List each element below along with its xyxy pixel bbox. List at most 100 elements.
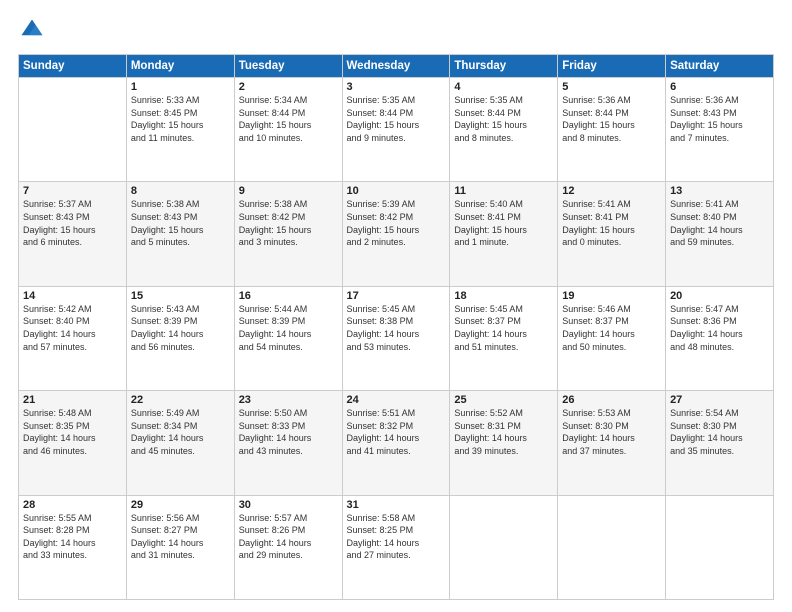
calendar-cell: 3Sunrise: 5:35 AM Sunset: 8:44 PM Daylig… [342, 78, 450, 182]
day-number: 31 [347, 499, 446, 511]
weekday-header: Saturday [666, 55, 774, 78]
day-number: 9 [239, 185, 338, 197]
calendar-cell: 15Sunrise: 5:43 AM Sunset: 8:39 PM Dayli… [126, 286, 234, 390]
day-info: Sunrise: 5:58 AM Sunset: 8:25 PM Dayligh… [347, 512, 446, 562]
calendar-cell: 4Sunrise: 5:35 AM Sunset: 8:44 PM Daylig… [450, 78, 558, 182]
calendar-cell: 11Sunrise: 5:40 AM Sunset: 8:41 PM Dayli… [450, 182, 558, 286]
day-info: Sunrise: 5:45 AM Sunset: 8:37 PM Dayligh… [454, 303, 553, 353]
day-number: 29 [131, 499, 230, 511]
calendar-cell: 8Sunrise: 5:38 AM Sunset: 8:43 PM Daylig… [126, 182, 234, 286]
calendar-cell [558, 495, 666, 599]
calendar-cell: 21Sunrise: 5:48 AM Sunset: 8:35 PM Dayli… [19, 391, 127, 495]
calendar-cell: 23Sunrise: 5:50 AM Sunset: 8:33 PM Dayli… [234, 391, 342, 495]
day-info: Sunrise: 5:37 AM Sunset: 8:43 PM Dayligh… [23, 198, 122, 248]
day-number: 14 [23, 290, 122, 302]
calendar-cell: 22Sunrise: 5:49 AM Sunset: 8:34 PM Dayli… [126, 391, 234, 495]
day-number: 13 [670, 185, 769, 197]
day-info: Sunrise: 5:33 AM Sunset: 8:45 PM Dayligh… [131, 94, 230, 144]
day-number: 18 [454, 290, 553, 302]
day-info: Sunrise: 5:46 AM Sunset: 8:37 PM Dayligh… [562, 303, 661, 353]
day-info: Sunrise: 5:49 AM Sunset: 8:34 PM Dayligh… [131, 407, 230, 457]
day-number: 21 [23, 394, 122, 406]
day-info: Sunrise: 5:48 AM Sunset: 8:35 PM Dayligh… [23, 407, 122, 457]
calendar-cell: 5Sunrise: 5:36 AM Sunset: 8:44 PM Daylig… [558, 78, 666, 182]
calendar-cell: 20Sunrise: 5:47 AM Sunset: 8:36 PM Dayli… [666, 286, 774, 390]
day-number: 22 [131, 394, 230, 406]
weekday-header: Thursday [450, 55, 558, 78]
calendar-cell: 14Sunrise: 5:42 AM Sunset: 8:40 PM Dayli… [19, 286, 127, 390]
calendar-week-row: 7Sunrise: 5:37 AM Sunset: 8:43 PM Daylig… [19, 182, 774, 286]
calendar-week-row: 1Sunrise: 5:33 AM Sunset: 8:45 PM Daylig… [19, 78, 774, 182]
weekday-header: Monday [126, 55, 234, 78]
page: SundayMondayTuesdayWednesdayThursdayFrid… [0, 0, 792, 612]
calendar-cell: 24Sunrise: 5:51 AM Sunset: 8:32 PM Dayli… [342, 391, 450, 495]
calendar-cell: 1Sunrise: 5:33 AM Sunset: 8:45 PM Daylig… [126, 78, 234, 182]
calendar-cell: 25Sunrise: 5:52 AM Sunset: 8:31 PM Dayli… [450, 391, 558, 495]
day-info: Sunrise: 5:39 AM Sunset: 8:42 PM Dayligh… [347, 198, 446, 248]
day-info: Sunrise: 5:53 AM Sunset: 8:30 PM Dayligh… [562, 407, 661, 457]
calendar-cell: 31Sunrise: 5:58 AM Sunset: 8:25 PM Dayli… [342, 495, 450, 599]
day-number: 19 [562, 290, 661, 302]
day-info: Sunrise: 5:44 AM Sunset: 8:39 PM Dayligh… [239, 303, 338, 353]
day-info: Sunrise: 5:34 AM Sunset: 8:44 PM Dayligh… [239, 94, 338, 144]
day-info: Sunrise: 5:35 AM Sunset: 8:44 PM Dayligh… [454, 94, 553, 144]
day-info: Sunrise: 5:57 AM Sunset: 8:26 PM Dayligh… [239, 512, 338, 562]
day-info: Sunrise: 5:56 AM Sunset: 8:27 PM Dayligh… [131, 512, 230, 562]
calendar-cell: 27Sunrise: 5:54 AM Sunset: 8:30 PM Dayli… [666, 391, 774, 495]
day-number: 10 [347, 185, 446, 197]
weekday-header: Sunday [19, 55, 127, 78]
day-number: 2 [239, 81, 338, 93]
weekday-header: Friday [558, 55, 666, 78]
calendar-cell: 30Sunrise: 5:57 AM Sunset: 8:26 PM Dayli… [234, 495, 342, 599]
calendar-cell: 18Sunrise: 5:45 AM Sunset: 8:37 PM Dayli… [450, 286, 558, 390]
day-info: Sunrise: 5:45 AM Sunset: 8:38 PM Dayligh… [347, 303, 446, 353]
day-info: Sunrise: 5:38 AM Sunset: 8:42 PM Dayligh… [239, 198, 338, 248]
calendar-cell: 19Sunrise: 5:46 AM Sunset: 8:37 PM Dayli… [558, 286, 666, 390]
day-number: 7 [23, 185, 122, 197]
day-info: Sunrise: 5:40 AM Sunset: 8:41 PM Dayligh… [454, 198, 553, 248]
weekday-header-row: SundayMondayTuesdayWednesdayThursdayFrid… [19, 55, 774, 78]
day-info: Sunrise: 5:47 AM Sunset: 8:36 PM Dayligh… [670, 303, 769, 353]
calendar-cell: 17Sunrise: 5:45 AM Sunset: 8:38 PM Dayli… [342, 286, 450, 390]
header [18, 16, 774, 44]
day-info: Sunrise: 5:35 AM Sunset: 8:44 PM Dayligh… [347, 94, 446, 144]
day-info: Sunrise: 5:51 AM Sunset: 8:32 PM Dayligh… [347, 407, 446, 457]
day-number: 12 [562, 185, 661, 197]
calendar-cell: 9Sunrise: 5:38 AM Sunset: 8:42 PM Daylig… [234, 182, 342, 286]
calendar-cell [19, 78, 127, 182]
day-number: 20 [670, 290, 769, 302]
day-number: 26 [562, 394, 661, 406]
calendar-cell: 7Sunrise: 5:37 AM Sunset: 8:43 PM Daylig… [19, 182, 127, 286]
day-number: 5 [562, 81, 661, 93]
calendar-cell: 13Sunrise: 5:41 AM Sunset: 8:40 PM Dayli… [666, 182, 774, 286]
day-number: 17 [347, 290, 446, 302]
day-info: Sunrise: 5:41 AM Sunset: 8:40 PM Dayligh… [670, 198, 769, 248]
day-number: 23 [239, 394, 338, 406]
day-number: 15 [131, 290, 230, 302]
calendar-cell [450, 495, 558, 599]
day-number: 4 [454, 81, 553, 93]
calendar-cell: 29Sunrise: 5:56 AM Sunset: 8:27 PM Dayli… [126, 495, 234, 599]
calendar-cell [666, 495, 774, 599]
calendar-cell: 12Sunrise: 5:41 AM Sunset: 8:41 PM Dayli… [558, 182, 666, 286]
weekday-header: Tuesday [234, 55, 342, 78]
day-info: Sunrise: 5:41 AM Sunset: 8:41 PM Dayligh… [562, 198, 661, 248]
day-number: 25 [454, 394, 553, 406]
calendar-cell: 26Sunrise: 5:53 AM Sunset: 8:30 PM Dayli… [558, 391, 666, 495]
weekday-header: Wednesday [342, 55, 450, 78]
day-number: 24 [347, 394, 446, 406]
calendar-cell: 6Sunrise: 5:36 AM Sunset: 8:43 PM Daylig… [666, 78, 774, 182]
logo-icon [18, 16, 46, 44]
logo [18, 16, 50, 44]
calendar-week-row: 21Sunrise: 5:48 AM Sunset: 8:35 PM Dayli… [19, 391, 774, 495]
day-info: Sunrise: 5:55 AM Sunset: 8:28 PM Dayligh… [23, 512, 122, 562]
day-info: Sunrise: 5:50 AM Sunset: 8:33 PM Dayligh… [239, 407, 338, 457]
calendar-week-row: 14Sunrise: 5:42 AM Sunset: 8:40 PM Dayli… [19, 286, 774, 390]
day-number: 11 [454, 185, 553, 197]
day-info: Sunrise: 5:42 AM Sunset: 8:40 PM Dayligh… [23, 303, 122, 353]
day-info: Sunrise: 5:36 AM Sunset: 8:43 PM Dayligh… [670, 94, 769, 144]
day-info: Sunrise: 5:36 AM Sunset: 8:44 PM Dayligh… [562, 94, 661, 144]
day-number: 28 [23, 499, 122, 511]
calendar-week-row: 28Sunrise: 5:55 AM Sunset: 8:28 PM Dayli… [19, 495, 774, 599]
day-number: 3 [347, 81, 446, 93]
